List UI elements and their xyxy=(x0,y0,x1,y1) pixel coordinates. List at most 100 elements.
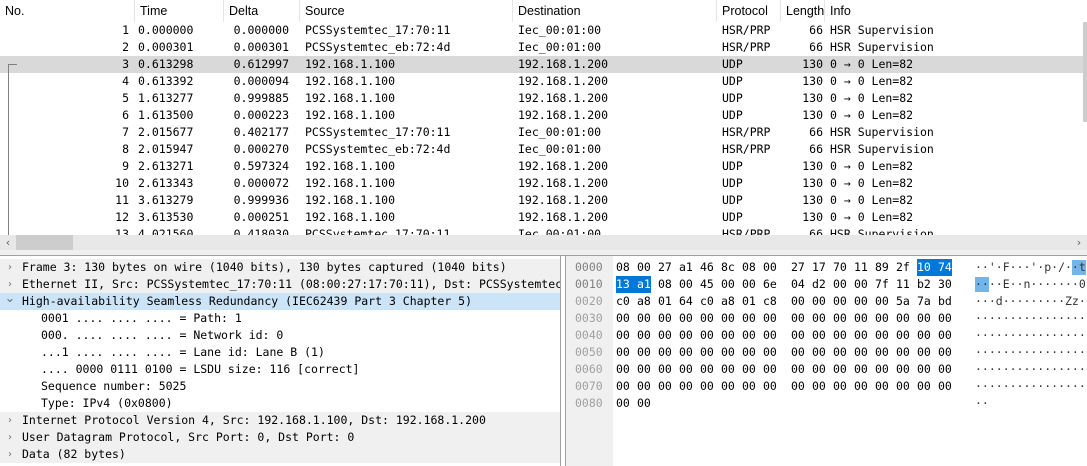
hex-byte[interactable]: 00 xyxy=(791,310,805,327)
hex-byte[interactable]: 00 xyxy=(679,378,693,395)
hex-byte[interactable]: 00 xyxy=(833,310,847,327)
hex-byte[interactable]: 30 xyxy=(938,276,952,293)
column-header-delta[interactable]: Delta xyxy=(224,0,300,22)
hex-byte[interactable]: 00 xyxy=(742,344,756,361)
ascii-text[interactable]: ·· xyxy=(975,395,989,412)
hex-byte[interactable]: 00 xyxy=(679,310,693,327)
hex-byte[interactable]: 00 xyxy=(721,361,735,378)
packet-row[interactable]: 7 2.015677 0.402177 PCSSystemtec_17:70:11 Ie… xyxy=(0,124,1087,141)
detail-protocol-row[interactable]: › Data (82 bytes) xyxy=(0,446,560,463)
ascii-text[interactable]: ···d·········Zz· xyxy=(975,293,1086,310)
packet-row[interactable]: 4 0.613392 0.000094 192.168.1.100 192.168.1.… xyxy=(0,73,1087,90)
hex-byte[interactable]: 00 xyxy=(896,310,910,327)
hex-byte[interactable]: 00 xyxy=(721,327,735,344)
hex-byte[interactable]: a8 xyxy=(637,293,651,310)
hex-byte[interactable]: 00 xyxy=(917,327,931,344)
hex-byte[interactable]: a1 xyxy=(679,259,693,276)
hex-byte[interactable]: 00 xyxy=(791,293,805,310)
hex-byte[interactable]: 00 xyxy=(658,378,672,395)
hex-byte[interactable]: 00 xyxy=(833,344,847,361)
hex-byte[interactable]: 00 xyxy=(700,327,714,344)
hex-byte[interactable]: 00 xyxy=(742,310,756,327)
hex-byte[interactable]: 00 xyxy=(812,310,826,327)
hex-byte[interactable]: 00 xyxy=(854,276,868,293)
packet-details-pane[interactable]: › Frame 3: 130 bytes on wire (1040 bits),… xyxy=(0,256,561,466)
hex-byte[interactable]: 00 xyxy=(938,310,952,327)
hex-byte[interactable]: 00 xyxy=(833,276,847,293)
detail-protocol-row[interactable]: › Internet Protocol Version 4, Src: 192.1… xyxy=(0,412,560,429)
chevron-left-icon[interactable]: ‹ xyxy=(0,235,16,250)
hex-byte[interactable]: 5a xyxy=(896,293,910,310)
hex-byte[interactable]: 00 xyxy=(658,344,672,361)
hex-byte[interactable]: 00 xyxy=(812,378,826,395)
hex-byte[interactable]: 00 xyxy=(721,378,735,395)
hex-byte[interactable]: 00 xyxy=(658,327,672,344)
hex-byte[interactable]: 00 xyxy=(854,344,868,361)
hex-byte[interactable]: 74 xyxy=(938,259,952,276)
ascii-text[interactable]: ················ xyxy=(975,310,1086,327)
chevron-right-icon[interactable]: › xyxy=(4,446,16,463)
hex-byte[interactable]: 00 xyxy=(616,378,630,395)
hex-byte[interactable]: a1 xyxy=(637,276,651,293)
detail-protocol-row[interactable]: › User Datagram Protocol, Src Port: 0, Ds… xyxy=(0,429,560,446)
packet-row[interactable]: 9 2.613271 0.597324 192.168.1.100 192.168.1.… xyxy=(0,158,1087,175)
hex-byte[interactable]: 00 xyxy=(721,344,735,361)
hex-byte[interactable]: 00 xyxy=(637,344,651,361)
hex-byte[interactable]: 01 xyxy=(658,293,672,310)
hex-byte[interactable]: 00 xyxy=(791,378,805,395)
hex-byte[interactable]: b2 xyxy=(917,276,931,293)
hex-byte[interactable]: c0 xyxy=(700,293,714,310)
packet-row[interactable]: 6 1.613500 0.000223 192.168.1.100 192.168.1.… xyxy=(0,107,1087,124)
hex-byte[interactable]: 10 xyxy=(917,259,938,276)
hex-byte[interactable]: 17 xyxy=(812,259,826,276)
detail-field[interactable]: ...1 .... .... .... = Lane id: Lane B (1… xyxy=(0,344,560,361)
detail-field[interactable]: Type: IPv4 (0x0800) xyxy=(0,395,560,412)
hex-byte[interactable]: 00 xyxy=(742,378,756,395)
hex-byte[interactable]: 00 xyxy=(679,344,693,361)
hex-byte[interactable]: 00 xyxy=(742,327,756,344)
packet-row[interactable]: 8 2.015947 0.000270 PCSSystemtec_eb:72:4d Ie… xyxy=(0,141,1087,158)
hex-byte[interactable]: 00 xyxy=(812,361,826,378)
hex-byte[interactable]: c0 xyxy=(616,293,630,310)
ascii-text[interactable]: ················ xyxy=(975,378,1086,395)
packet-list[interactable]: No. Time Delta Source Destination Protoc… xyxy=(0,0,1087,250)
horizontal-scrollbar[interactable]: ‹ › xyxy=(0,235,1087,250)
ascii-text[interactable]: ················ xyxy=(975,361,1086,378)
hex-byte[interactable]: 00 xyxy=(763,327,777,344)
hex-byte[interactable]: 00 xyxy=(679,276,693,293)
hex-byte[interactable]: 27 xyxy=(791,259,805,276)
column-header-length[interactable]: Length xyxy=(781,0,825,22)
hex-byte[interactable]: 00 xyxy=(763,378,777,395)
hex-byte[interactable]: 00 xyxy=(791,361,805,378)
hex-byte[interactable]: 00 xyxy=(938,378,952,395)
detail-field[interactable]: .... 0000 0111 0100 = LSDU size: 116 [co… xyxy=(0,361,560,378)
hex-byte[interactable]: 00 xyxy=(658,310,672,327)
hex-byte[interactable]: 00 xyxy=(721,310,735,327)
ascii-text[interactable]: ····E··n·······0 xyxy=(975,276,1086,293)
hex-byte[interactable]: 13 xyxy=(616,276,637,293)
packet-row[interactable]: 11 3.613279 0.999936 192.168.1.100 192.168.1… xyxy=(0,192,1087,209)
hex-byte[interactable]: 00 xyxy=(896,327,910,344)
packet-row[interactable]: 1 0.000000 0.000000 PCSSystemtec_17:70:11 Ie… xyxy=(0,22,1087,39)
column-header-destination[interactable]: Destination xyxy=(513,0,717,22)
packet-row[interactable]: 10 2.613343 0.000072 192.168.1.100 192.168.1… xyxy=(0,175,1087,192)
hex-byte[interactable]: 00 xyxy=(791,327,805,344)
hex-byte[interactable]: 00 xyxy=(875,310,889,327)
chevron-down-icon[interactable]: ⌄ xyxy=(4,292,16,305)
hex-byte[interactable]: d2 xyxy=(812,276,826,293)
hex-byte[interactable]: 00 xyxy=(833,293,847,310)
hex-byte[interactable]: 8c xyxy=(721,259,735,276)
hex-byte[interactable]: 08 xyxy=(616,259,630,276)
hex-byte[interactable]: 00 xyxy=(700,361,714,378)
hex-byte[interactable]: 46 xyxy=(700,259,714,276)
hex-byte[interactable]: 00 xyxy=(875,361,889,378)
detail-protocol-row[interactable]: ⌄ High-availability Seamless Redundancy (… xyxy=(0,292,560,310)
column-header-protocol[interactable]: Protocol xyxy=(717,0,781,22)
hex-byte[interactable]: 00 xyxy=(679,327,693,344)
hex-byte[interactable]: 00 xyxy=(637,327,651,344)
hex-byte[interactable]: 00 xyxy=(812,344,826,361)
detail-field[interactable]: 000. .... .... .... = Network id: 0 xyxy=(0,327,560,344)
hex-byte[interactable]: 45 xyxy=(700,276,714,293)
hex-byte[interactable]: 01 xyxy=(742,293,756,310)
hex-byte[interactable]: 00 xyxy=(896,361,910,378)
